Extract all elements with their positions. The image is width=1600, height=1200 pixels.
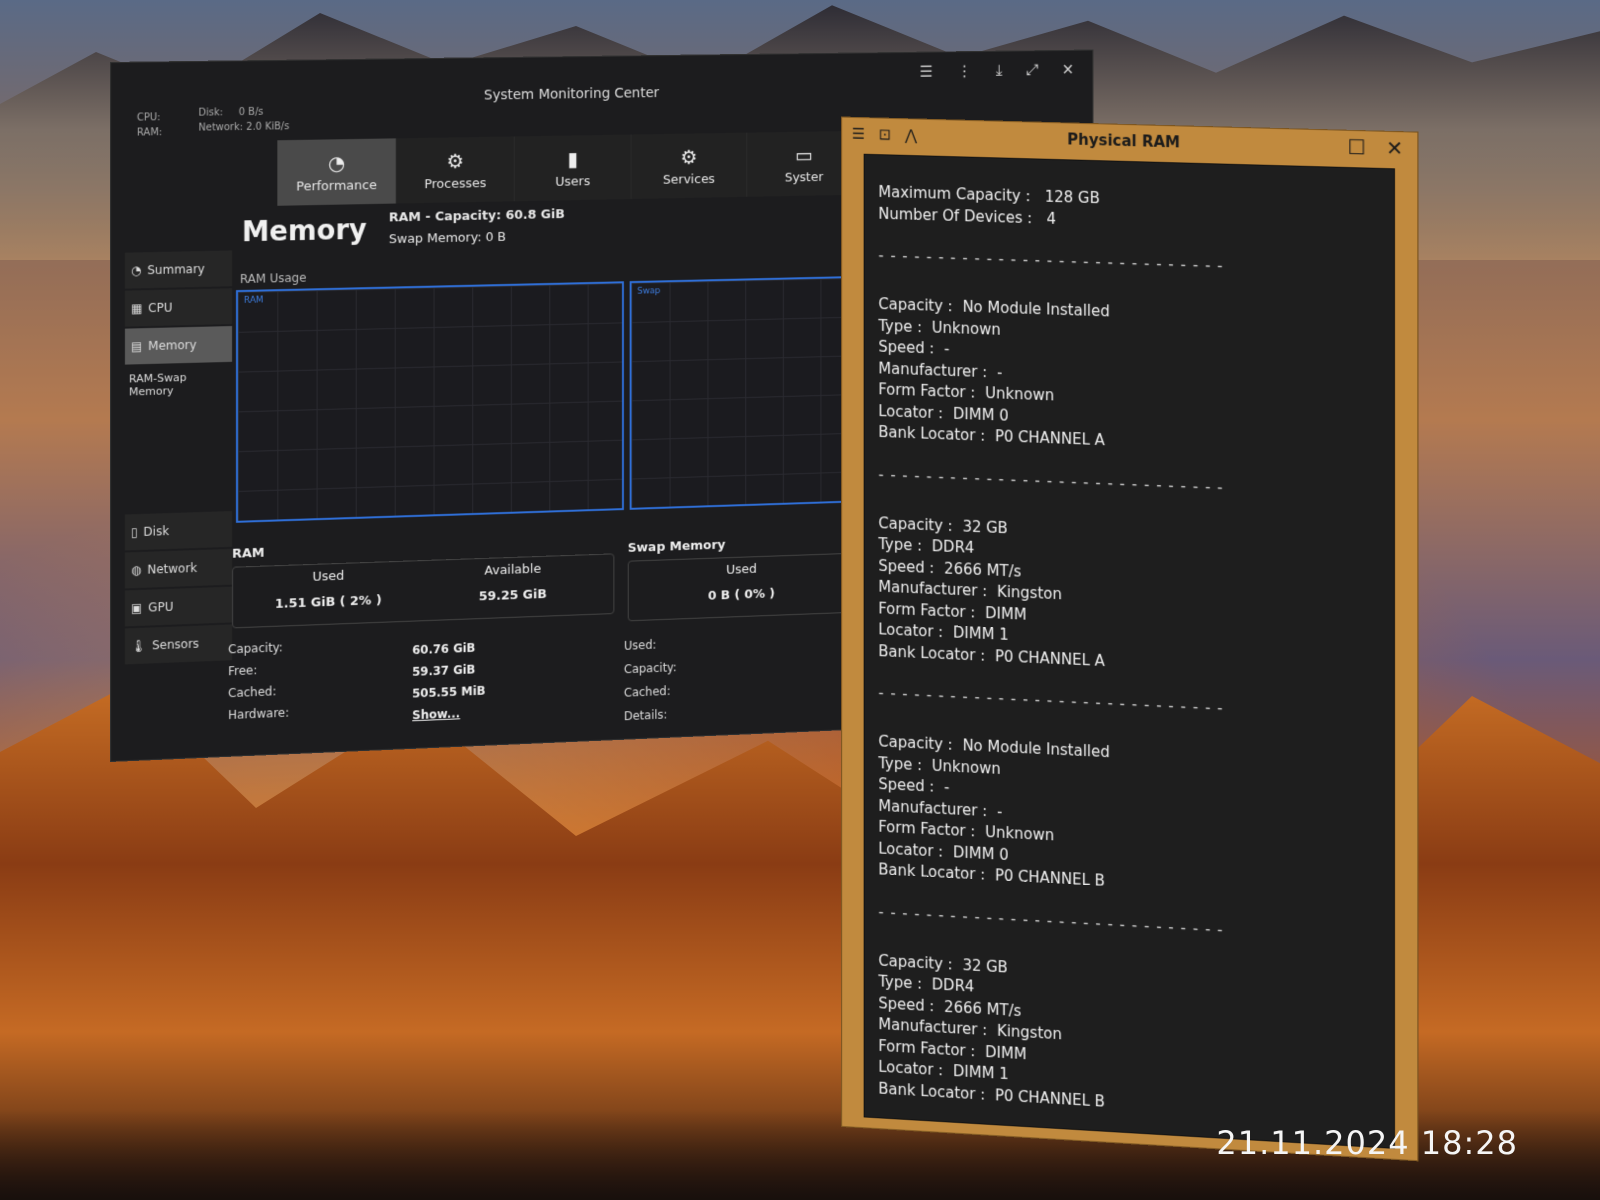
swap-detail-used-label: Used: xyxy=(624,638,656,653)
separator: - - - - - - - - - - - - - - - - - - - - … xyxy=(878,903,1379,947)
chevron-up-icon[interactable]: ⋀ xyxy=(905,126,917,144)
window-title: System Monitoring Center xyxy=(484,85,659,103)
monitor-icon: ▭ xyxy=(795,143,813,167)
window-controls: ☰ ⋮ ⤓ ⤢ ✕ xyxy=(920,60,1075,81)
swap-detail-capacity-label: Capacity: xyxy=(624,660,677,676)
maximize-icon[interactable]: ☐ xyxy=(1348,135,1366,160)
sidebar-spacer xyxy=(125,402,232,515)
tab-services[interactable]: ⚙ Services xyxy=(632,133,748,199)
mini-disk: Disk: 0 B/s xyxy=(198,104,289,120)
maximize-icon[interactable]: ⤢ xyxy=(1026,61,1038,80)
sidebar-item-network[interactable]: ◍ Network xyxy=(125,549,232,589)
swap-detail-cached-label: Cached: xyxy=(624,684,671,700)
tab-performance[interactable]: ◔ Performance xyxy=(277,138,396,205)
detail-hardware-label: Hardware: xyxy=(228,706,289,722)
mini-summary-right: Disk: 0 B/s Network: 2.0 KiB/s xyxy=(198,104,289,135)
mini-network: Network: 2.0 KiB/s xyxy=(198,119,289,135)
ram-window-title: Physical RAM xyxy=(1067,130,1180,151)
ram-section-label: RAM xyxy=(232,546,265,562)
swap-detail-details-label: Details: xyxy=(624,708,667,724)
mouse-icon: ▮ xyxy=(568,147,579,171)
swap-memory-text: Swap Memory: 0 B xyxy=(389,226,565,251)
main-tabs: ◔ Performance ⚙ Processes ▮ Users ⚙ Services… xyxy=(277,131,861,206)
close-icon[interactable]: ✕ xyxy=(1386,136,1403,161)
menu-icon[interactable]: ☰ xyxy=(920,62,933,81)
ram-window-left-icons: ☰ ⊡ ⋀ xyxy=(852,125,917,145)
ram-usage-graph: RAM xyxy=(236,281,624,523)
thermometer-icon: 🌡 xyxy=(131,639,146,654)
ram-details-panel: Maximum Capacity : 128 GB Number Of Devi… xyxy=(864,154,1395,1149)
sidebar-item-sensors[interactable]: 🌡 Sensors xyxy=(125,624,232,664)
close-icon[interactable]: ✕ xyxy=(1062,60,1074,79)
memory-icon: ▤ xyxy=(131,339,142,353)
sidebar-item-cpu[interactable]: ▦ CPU xyxy=(125,288,232,326)
ram-module-3: Capacity : No Module Installed Type : Unkn… xyxy=(878,731,1379,906)
graph-swap-label: Swap xyxy=(637,286,660,296)
swap-section-label: Swap Memory xyxy=(628,538,726,556)
separator: - - - - - - - - - - - - - - - - - - - - … xyxy=(878,684,1379,725)
mini-ram-label: RAM: xyxy=(137,125,162,140)
hardware-show-link[interactable]: Show... xyxy=(412,706,460,722)
globe-icon: ◍ xyxy=(131,563,141,577)
gauge-icon: ◔ xyxy=(328,151,345,175)
detail-free-value: 59.37 GiB xyxy=(412,663,475,679)
detail-cached-value: 505.55 MiB xyxy=(412,684,485,701)
cpu-icon: ▦ xyxy=(131,301,142,315)
ram-window-controls: ☐ ✕ xyxy=(1348,135,1404,161)
sidebar-item-gpu[interactable]: ▣ GPU xyxy=(125,587,232,627)
gear-icon: ⚙ xyxy=(447,149,464,173)
separator: - - - - - - - - - - - - - - - - - - - - … xyxy=(878,246,1379,279)
separator: - - - - - - - - - - - - - - - - - - - - … xyxy=(878,465,1379,502)
sidebar-item-summary[interactable]: ◔ Summary xyxy=(125,250,232,288)
tab-processes[interactable]: ⚙ Processes xyxy=(397,136,515,203)
detail-cached-label: Cached: xyxy=(228,684,276,700)
sidebar-item-disk[interactable]: ▯ Disk xyxy=(125,511,232,550)
disk-icon: ▯ xyxy=(131,525,138,539)
ram-capacity-text: RAM - Capacity: 60.8 GiB xyxy=(389,204,565,229)
gauge-icon: ◔ xyxy=(131,263,141,277)
minimize-icon[interactable]: ⤓ xyxy=(996,61,1003,80)
mini-cpu-label: CPU: xyxy=(137,110,162,125)
ram-summary: Maximum Capacity : 128 GB Number Of Devi… xyxy=(878,181,1379,240)
photo-timestamp: 21.11.2024 18:28 xyxy=(1216,1124,1518,1162)
detail-capacity-label: Capacity: xyxy=(228,640,283,656)
ram-module-4: Capacity :32 GB Type : DDR4 Speed :2666 M… xyxy=(878,950,1379,1129)
physical-ram-window: ☰ ⊡ ⋀ Physical RAM ☐ ✕ Maximum Capacity … xyxy=(841,117,1418,1162)
menu-icon[interactable]: ☰ xyxy=(852,125,865,143)
sidebar-item-memory[interactable]: ▤ Memory xyxy=(125,326,232,365)
sidebar-subitem-ram-swap[interactable]: RAM-Swap Memory xyxy=(125,364,232,405)
gpu-icon: ▣ xyxy=(131,601,142,615)
ram-module-2: Capacity :32 GB Type : DDR4 Speed :2666 M… xyxy=(878,513,1379,684)
memory-info: RAM - Capacity: 60.8 GiB Swap Memory: 0 … xyxy=(389,204,565,251)
ram-usage-label: RAM Usage xyxy=(240,271,307,286)
detail-capacity-value: 60.76 GiB xyxy=(412,641,475,657)
detail-free-label: Free: xyxy=(228,663,257,678)
gears-icon: ⚙ xyxy=(681,145,698,169)
tab-users[interactable]: ▮ Users xyxy=(515,135,632,202)
graph-ram-label: RAM xyxy=(244,295,264,305)
mini-summary-left: CPU: RAM: xyxy=(137,110,162,140)
ram-module-1: Capacity : No Module Installed Type : Unkn… xyxy=(878,294,1379,462)
swap-usage-graph: Swap xyxy=(630,276,856,510)
sidebar: ◔ Summary ▦ CPU ▤ Memory RAM-Swap Memory ▯ D… xyxy=(125,250,232,666)
more-options-icon[interactable]: ⋮ xyxy=(957,62,972,81)
page-title: Memory xyxy=(242,213,367,248)
lock-icon[interactable]: ⊡ xyxy=(879,125,891,143)
